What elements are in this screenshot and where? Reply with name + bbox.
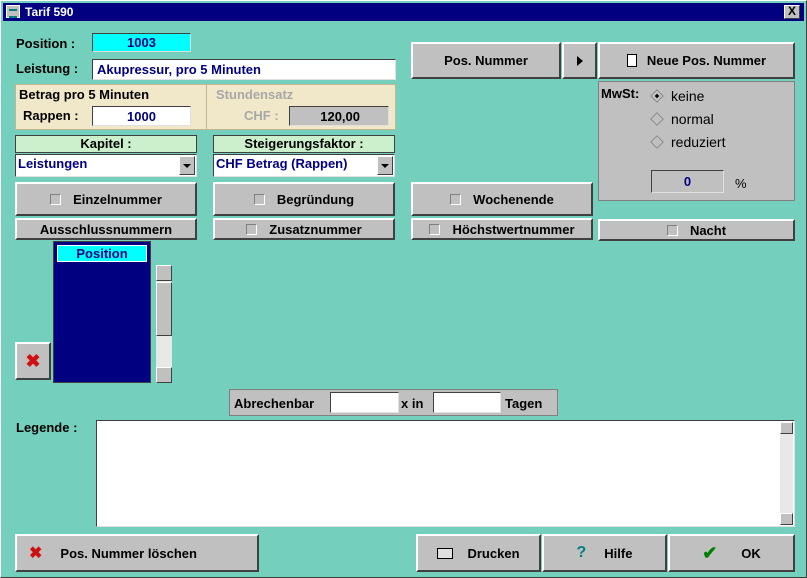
wochenende-label: Wochenende (473, 191, 554, 207)
mwst-option-normal[interactable]: normal (650, 111, 714, 127)
kapitel-label: Kapitel : (15, 135, 197, 153)
arrow-right-icon (576, 55, 583, 66)
radio-icon (650, 112, 664, 126)
checkbox-icon (429, 223, 441, 235)
scroll-up-icon[interactable] (780, 422, 793, 434)
checkmark-icon: ✔ (702, 542, 718, 563)
begruendung-label: Begründung (276, 191, 355, 207)
divider (206, 85, 207, 129)
legende-textarea[interactable] (96, 420, 795, 527)
position-label: Position : (16, 36, 76, 51)
hilfe-label: Hilfe (604, 545, 633, 561)
legende-scrollbar[interactable] (780, 422, 793, 525)
checkbox-icon (253, 193, 265, 205)
kapitel-value: Leistungen (18, 156, 88, 171)
delete-position-button[interactable]: ✖ (15, 342, 51, 380)
rappen-field[interactable]: 1000 (92, 106, 191, 126)
ausschlussnummern-button[interactable]: Ausschlussnummern (15, 218, 197, 240)
begruendung-button[interactable]: Begründung (213, 182, 395, 216)
ok-label: OK (741, 545, 761, 561)
zusatznummer-label: Zusatznummer (269, 221, 362, 237)
delete-x-icon: ✖ (29, 545, 43, 562)
stundensatz-title: Stundensatz (216, 87, 294, 102)
help-icon: ? (576, 544, 587, 561)
scroll-thumb[interactable] (156, 282, 172, 336)
kapitel-combo[interactable]: Leistungen (15, 154, 197, 177)
abrechenbar-x-field[interactable] (330, 392, 399, 413)
option-label: reduziert (671, 134, 726, 150)
chf-label: CHF : (244, 108, 279, 123)
mwst-percent-field[interactable]: 0 (651, 170, 724, 193)
loeschen-label: Pos. Nummer löschen (60, 545, 197, 561)
hoechstwertnummer-button[interactable]: Höchstwertnummer (411, 218, 593, 240)
steigerung-combo[interactable]: CHF Betrag (Rappen) (213, 154, 395, 177)
hilfe-button[interactable]: ? Hilfe (542, 534, 667, 572)
list-scrollbar[interactable] (156, 265, 172, 383)
checkbox-icon (666, 224, 678, 236)
position-list-header[interactable]: Position (57, 245, 147, 262)
radio-icon (650, 135, 664, 149)
abrechenbar-days-field[interactable] (433, 392, 501, 413)
leistung-field[interactable]: Akupressur, pro 5 Minuten (92, 59, 396, 80)
chf-field: 120,00 (289, 106, 389, 126)
zusatznummer-button[interactable]: Zusatznummer (213, 218, 395, 240)
abrechenbar-label: Abrechenbar (234, 396, 315, 411)
x-in-label: x in (401, 396, 424, 411)
title-bar: Tarif 590 X (3, 3, 804, 21)
scroll-down-icon[interactable] (156, 367, 172, 383)
close-button[interactable]: X (784, 5, 800, 19)
scroll-up-icon[interactable] (156, 265, 172, 281)
mwst-label: MwSt: (601, 86, 640, 101)
next-button[interactable] (562, 42, 597, 79)
chevron-down-icon[interactable] (179, 156, 195, 175)
pos-nummer-loeschen-button[interactable]: ✖ Pos. Nummer löschen (15, 534, 259, 572)
ok-button[interactable]: ✔ OK (668, 534, 795, 572)
position-field[interactable]: 1003 (92, 33, 191, 52)
delete-x-icon: ✖ (25, 350, 41, 371)
einzelnummer-button[interactable]: Einzelnummer (15, 182, 197, 216)
wochenende-button[interactable]: Wochenende (411, 182, 593, 216)
radio-selected-icon (650, 89, 664, 103)
pos-nummer-button[interactable]: Pos. Nummer (411, 42, 561, 79)
neue-pos-nummer-button[interactable]: Neue Pos. Nummer (598, 42, 795, 79)
scroll-down-icon[interactable] (780, 513, 793, 525)
window-title: Tarif 590 (25, 5, 74, 19)
document-icon (626, 54, 637, 67)
rappen-label: Rappen : (23, 108, 79, 123)
drucken-button[interactable]: Drucken (416, 534, 541, 572)
nacht-label: Nacht (689, 222, 727, 238)
option-label: keine (671, 88, 705, 104)
steigerung-value: CHF Betrag (Rappen) (216, 156, 348, 171)
einzelnummer-label: Einzelnummer (73, 191, 162, 207)
checkbox-icon (450, 193, 462, 205)
tarif-window: Tarif 590 X Position : 1003 Leistung : A… (0, 0, 807, 578)
neue-pos-label: Neue Pos. Nummer (646, 53, 767, 68)
leistung-label: Leistung : (16, 61, 79, 76)
checkbox-icon (246, 223, 258, 235)
checkbox-icon (50, 193, 62, 205)
mwst-option-keine[interactable]: keine (650, 88, 705, 104)
nacht-button[interactable]: Nacht (598, 219, 795, 241)
betrag-title: Betrag pro 5 Minuten (19, 87, 150, 102)
percent-sign: % (735, 176, 747, 191)
tagen-label: Tagen (505, 396, 543, 411)
hoechstwertnummer-label: Höchstwertnummer (452, 221, 575, 237)
printer-icon (437, 547, 454, 559)
steigerung-label: Steigerungsfaktor : (213, 135, 395, 153)
legende-label: Legende : (16, 420, 78, 435)
drucken-label: Drucken (467, 545, 520, 561)
chevron-down-icon[interactable] (377, 156, 393, 175)
window-icon (6, 5, 20, 18)
option-label: normal (671, 111, 714, 127)
mwst-option-reduziert[interactable]: reduziert (650, 134, 726, 150)
position-list[interactable]: Position (53, 241, 151, 383)
